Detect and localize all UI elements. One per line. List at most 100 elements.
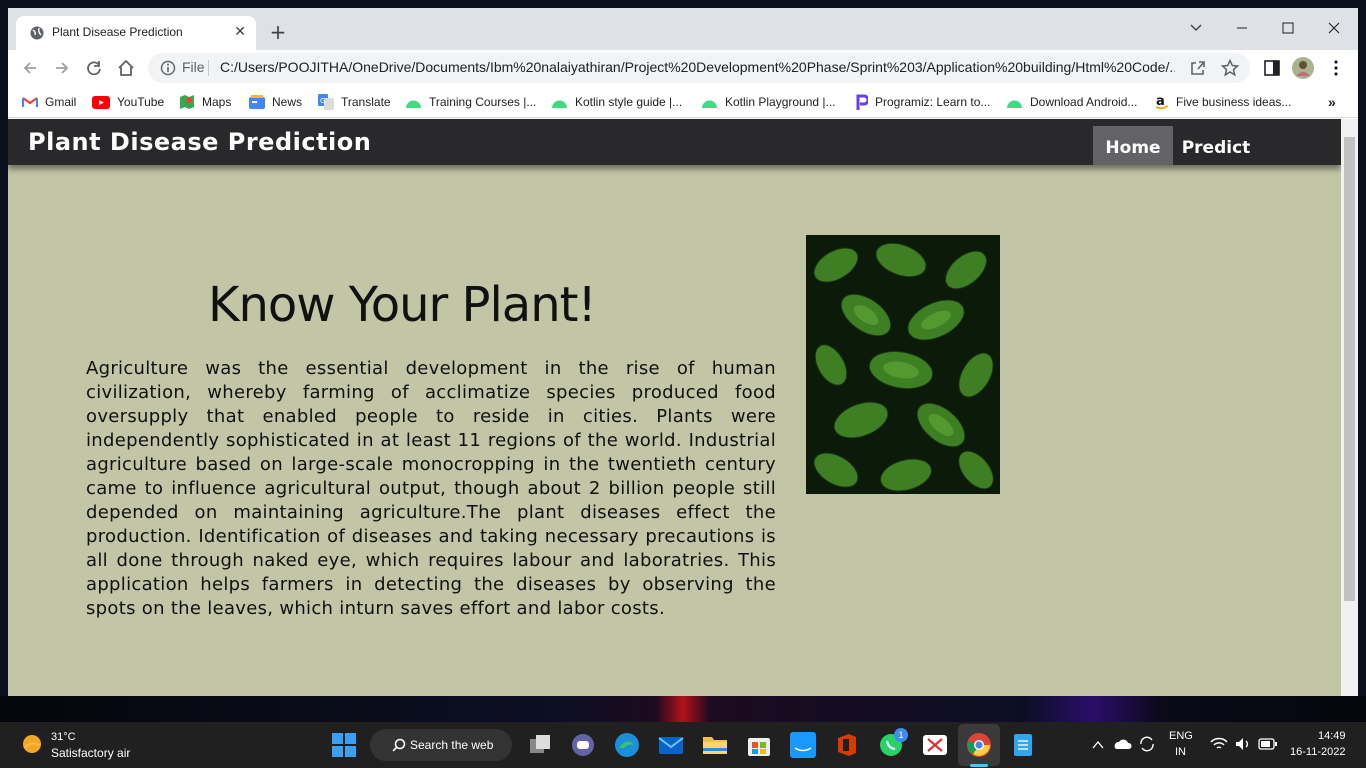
office-icon[interactable] (834, 732, 860, 758)
weather-sun-icon[interactable] (20, 732, 44, 756)
hero-description: Agriculture was the essential developmen… (86, 358, 776, 619)
home-icon[interactable] (116, 58, 136, 78)
nav-home-link[interactable]: Home (1093, 126, 1173, 165)
notepad-icon[interactable] (1010, 732, 1036, 758)
menu-kebab-icon[interactable] (1326, 58, 1346, 78)
bookmark-news[interactable]: News (249, 93, 302, 111)
bookmark-star-icon[interactable] (1220, 58, 1240, 78)
globe-icon (30, 26, 44, 40)
bookmark-label: Kotlin Playground |... (725, 95, 836, 109)
close-window-icon[interactable] (1316, 14, 1352, 42)
omnibox-divider (208, 60, 209, 76)
page-scrollbar[interactable] (1341, 119, 1358, 696)
clock-date[interactable]: 16-11-2022 (1290, 746, 1345, 758)
bookmark-maps[interactable]: Maps (179, 93, 231, 111)
bookmark-label: Programiz: Learn to... (875, 95, 991, 109)
browser-toolbar: File C:/Users/POOJITHA/OneDrive/Document… (8, 50, 1358, 86)
edge-icon[interactable] (614, 732, 640, 758)
teams-chat-icon[interactable] (570, 732, 596, 758)
weather-desc[interactable]: Satisfactory air (51, 746, 130, 760)
new-tab-button[interactable]: + (266, 20, 290, 44)
sync-icon[interactable] (1138, 735, 1156, 753)
bookmark-programiz[interactable]: Programiz: Learn to... (856, 93, 990, 111)
back-icon[interactable] (20, 58, 40, 78)
bookmark-gmail[interactable]: Gmail (22, 93, 76, 111)
more-bookmarks-icon[interactable]: » (1328, 93, 1336, 111)
bookmark-label: Translate (341, 95, 391, 109)
microsoft-store-icon[interactable] (746, 732, 772, 758)
mail-icon[interactable] (658, 732, 684, 758)
gmail-icon (22, 97, 38, 107)
maximize-icon[interactable] (1270, 14, 1306, 42)
language-region[interactable]: IN (1175, 746, 1186, 758)
news-icon (249, 95, 265, 109)
bookmark-kotlin-playground[interactable]: Kotlin Playground |... (701, 93, 836, 111)
windows-taskbar: 31°C Satisfactory air Search the web 1 E… (0, 722, 1366, 768)
bookmark-label: Gmail (45, 95, 77, 109)
language-code[interactable]: ENG (1169, 730, 1193, 742)
wifi-icon[interactable] (1210, 736, 1228, 752)
taskbar-search-box[interactable]: Search the web (370, 729, 512, 761)
chrome-icon[interactable] (966, 732, 992, 758)
android-icon (406, 100, 421, 108)
scrollbar-thumb[interactable] (1344, 137, 1355, 601)
url-text[interactable]: C:/Users/POOJITHA/OneDrive/Documents/Ibm… (220, 59, 1175, 75)
android-icon (702, 100, 717, 108)
clock-time[interactable]: 14:49 (1318, 730, 1346, 742)
bookmarks-bar: Gmail YouTube Maps News G Translate Trai… (8, 86, 1358, 118)
hero-title: Know Your Plant! (208, 277, 597, 333)
whatsapp-badge: 1 (894, 728, 908, 742)
bookmark-translate[interactable]: G Translate (318, 93, 391, 111)
battery-icon[interactable] (1258, 737, 1278, 751)
youtube-icon (92, 95, 110, 109)
browser-window: Plant Disease Prediction ✕ + File C:/Use… (8, 8, 1358, 696)
bookmark-label: Training Courses |... (429, 95, 537, 109)
bookmark-label: YouTube (117, 95, 165, 109)
windows-start-icon[interactable] (331, 732, 357, 758)
browser-tab[interactable]: Plant Disease Prediction ✕ (16, 16, 256, 50)
share-icon[interactable] (1188, 58, 1208, 78)
plant-leaves-image (806, 235, 1000, 494)
site-brand[interactable]: Plant Disease Prediction (28, 128, 371, 156)
tab-title: Plant Disease Prediction (52, 25, 183, 39)
volume-icon[interactable] (1234, 736, 1252, 752)
active-app-indicator (970, 764, 988, 767)
bookmark-kotlin-style-guide[interactable]: Kotlin style guide |... (551, 93, 682, 111)
forward-icon[interactable] (52, 58, 72, 78)
weather-temp[interactable]: 31°C (51, 731, 76, 743)
minimize-icon[interactable] (1224, 14, 1260, 42)
amazon-icon: a (1155, 94, 1169, 110)
bookmark-label: Maps (202, 95, 232, 109)
desktop-wallpaper (0, 696, 1366, 722)
nav-predict-link[interactable]: Predict (1173, 126, 1259, 165)
search-icon (392, 738, 406, 752)
bookmark-five-business-ideas[interactable]: a Five business ideas... (1155, 93, 1291, 111)
reload-icon[interactable] (84, 58, 104, 78)
bookmark-label: News (272, 95, 303, 109)
maps-icon (180, 95, 194, 109)
bookmark-training-courses[interactable]: Training Courses |... (405, 93, 536, 111)
site-navbar: Plant Disease Prediction Home Predict (8, 119, 1341, 165)
onedrive-icon[interactable] (1112, 736, 1132, 752)
snipping-tool-icon[interactable] (922, 732, 948, 758)
bookmark-download-android[interactable]: Download Android... (1006, 93, 1137, 111)
bookmark-label: Kotlin style guide |... (575, 95, 683, 109)
side-panel-icon[interactable] (1262, 58, 1282, 78)
show-hidden-icons-icon[interactable] (1090, 737, 1106, 753)
close-tab-icon[interactable]: ✕ (234, 24, 246, 40)
task-view-icon[interactable] (527, 732, 553, 758)
file-scheme-label: File (182, 59, 205, 75)
svg-text:G: G (320, 97, 325, 105)
tab-strip: Plant Disease Prediction ✕ + (8, 8, 1358, 50)
android-icon (552, 100, 567, 108)
file-explorer-icon[interactable] (702, 732, 728, 758)
bookmark-label: Five business ideas... (1176, 95, 1292, 109)
android-icon (1007, 100, 1022, 108)
address-bar[interactable]: File C:/Users/POOJITHA/OneDrive/Document… (148, 53, 1250, 83)
profile-avatar-icon[interactable] (1292, 57, 1314, 79)
tab-search-icon[interactable] (1178, 14, 1214, 42)
info-icon[interactable] (160, 60, 176, 76)
bookmark-youtube[interactable]: YouTube (92, 93, 164, 111)
web-page: Plant Disease Prediction Home Predict Kn… (8, 119, 1341, 696)
prime-video-icon[interactable] (790, 732, 816, 758)
